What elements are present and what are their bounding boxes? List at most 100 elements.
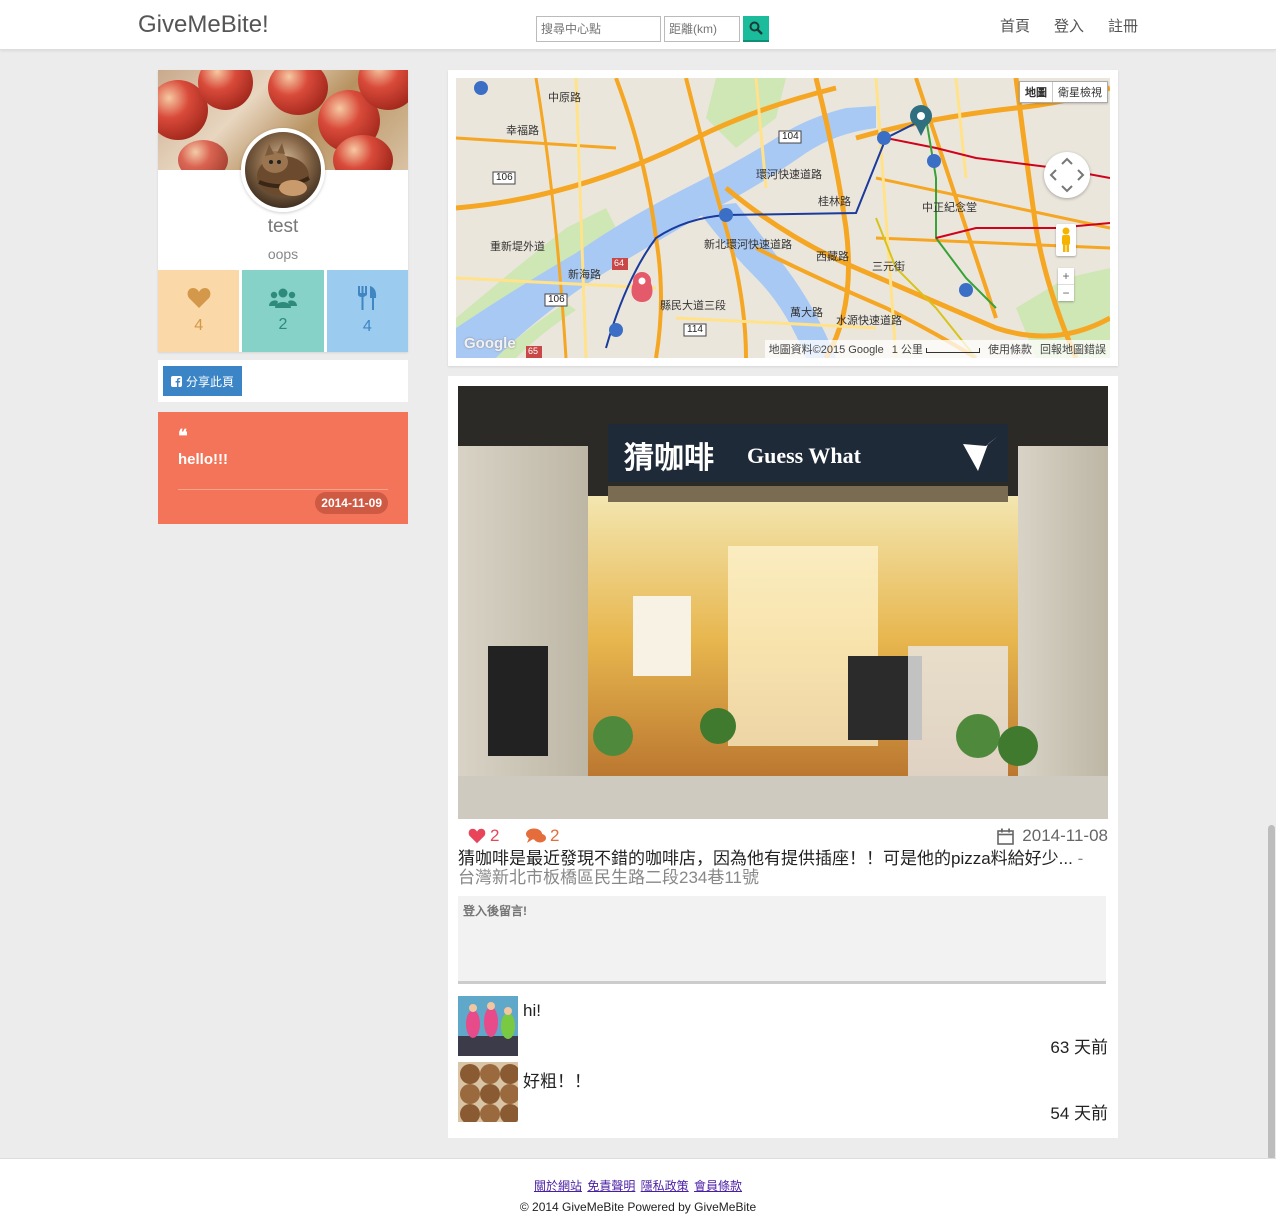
brand-logo[interactable]: GiveMeBite! [138, 11, 269, 39]
map-label-huanhe: 環河快速道路 [756, 169, 822, 181]
comment-input[interactable] [458, 896, 1106, 984]
status-quote-card: ❝ hello!!! 2014-11-09 [158, 412, 408, 524]
quote-icon: ❝ [178, 426, 188, 447]
profile-stats: 4 2 4 [158, 270, 408, 352]
map-terms-link[interactable]: 使用條款 [988, 341, 1032, 357]
post-description: 猜咖啡是最近發現不錯的咖啡店，因為他有提供插座！！可是他的pizza料給好少..… [458, 849, 1098, 887]
share-button-label: 分享此頁 [186, 374, 235, 389]
profile-bio: oops [267, 246, 299, 262]
nav-links: 首頁 登入 註冊 [1000, 15, 1138, 36]
post-like-count: 2 [490, 826, 500, 845]
map-shield-104: 104 [782, 131, 799, 142]
map-shield-64: 64 [614, 258, 625, 268]
map-pan-control[interactable] [1044, 152, 1090, 198]
footer: 關於網站 免責聲明 隱私政策 會員條款 © 2014 GiveMeBite Po… [0, 1158, 1276, 1229]
stat-likes-count: 4 [194, 317, 204, 334]
map-type-satellite[interactable]: 衛星檢視 [1053, 82, 1107, 102]
map-shield-106-a: 106 [496, 172, 513, 183]
heart-icon [468, 828, 486, 844]
post-date: 2014-11-08 [997, 826, 1108, 846]
map-shield-106-b: 106 [548, 294, 565, 305]
share-panel: 分享此頁 [158, 360, 408, 402]
footer-terms-link[interactable]: 會員條款 [694, 1179, 742, 1193]
post-description-text: 猜咖啡是最近發現不錯的咖啡店，因為他有提供插座！！可是他的pizza料給好少..… [458, 849, 1073, 868]
map-data-credit: 地圖資料©2015 Google [768, 344, 884, 356]
comment-text: 好粗！！ [523, 1072, 591, 1091]
search-center-input[interactable] [536, 16, 661, 42]
post-like-button[interactable]: 2 [468, 826, 499, 846]
calendar-icon [997, 828, 1015, 845]
stat-posts-count: 4 [362, 318, 372, 335]
nav-register-link[interactable]: 註冊 [1108, 15, 1138, 36]
map-label-cks: 中正紀念堂 [922, 202, 977, 214]
post-card: 猜咖啡 Guess What 2 2 2014-11-08 猜咖啡是最近發現不錯… [448, 376, 1118, 1138]
search-distance-input[interactable] [664, 16, 740, 42]
cutlery-icon [358, 286, 377, 310]
map-label-xinhai: 新海路 [568, 269, 601, 281]
map-label-shuiyuan: 水源快速道路 [836, 315, 902, 327]
map-zoom-control: + − [1058, 268, 1074, 301]
heart-icon [187, 288, 211, 308]
stat-likes[interactable]: 4 [158, 270, 240, 352]
post-photo[interactable]: 猜咖啡 Guess What [458, 386, 1108, 819]
map-shield-114: 114 [687, 324, 703, 335]
map-type-switch: 地圖 衛星檢視 [1019, 81, 1108, 103]
map-type-map[interactable]: 地圖 [1020, 82, 1053, 102]
profile-card: test oops 4 2 4 [158, 70, 408, 352]
zoom-out-button[interactable]: − [1058, 284, 1074, 301]
map-panel: 中原路 幸福路 中正紀念堂 桂林路 西藏路 三元街 縣民大道三段 新海路 萬大路… [448, 70, 1118, 366]
comments-icon [526, 828, 546, 843]
post-meta: 2 2 2014-11-08 [468, 826, 1108, 846]
map-shield-65: 65 [528, 346, 539, 356]
page-scrollbar[interactable] [1268, 825, 1275, 1160]
map-label-xinbei-huanhe: 新北環河快速道路 [704, 239, 792, 251]
map-scale: 1 公里 [892, 341, 980, 357]
avatar[interactable] [241, 128, 325, 212]
commenter-avatar[interactable] [458, 1062, 518, 1122]
search-bar [536, 16, 769, 42]
shop-sign-cn: 猜咖啡 [624, 441, 714, 476]
post-date-text: 2014-11-08 [1022, 826, 1108, 845]
comment-item: hi! 63 天前 [458, 996, 1108, 1057]
zoom-in-button[interactable]: + [1058, 268, 1074, 284]
stat-friends[interactable]: 2 [242, 270, 324, 352]
map-label-chongxin: 重新堤外道 [490, 241, 545, 253]
map-label-zhongyuan: 中原路 [548, 92, 581, 104]
footer-copyright: © 2014 GiveMeBite Powered by GiveMeBite [519, 1200, 757, 1214]
share-button[interactable]: 分享此頁 [163, 366, 243, 396]
map-attribution: 地圖資料©2015 Google 1 公里 使用條款 回報地圖錯誤 [764, 340, 1110, 358]
google-logo: Google [464, 335, 516, 352]
comment-text: hi! [523, 1001, 541, 1020]
map-label-sanyuan: 三元街 [872, 261, 905, 273]
search-icon [749, 21, 763, 35]
map-label-xianmin: 縣民大道三段 [660, 300, 726, 312]
top-navbar: GiveMeBite! 首頁 登入 註冊 [0, 0, 1276, 50]
map-label-guilin: 桂林路 [818, 196, 851, 208]
comment-time: 63 天前 [1050, 1038, 1108, 1057]
footer-links: 關於網站 免責聲明 隱私政策 會員條款 [0, 1177, 1276, 1194]
street-view-pegman-icon[interactable] [1056, 224, 1076, 256]
comment-item: 好粗！！ 54 天前 [458, 1062, 1108, 1123]
map-label-wanda: 萬大路 [790, 307, 823, 319]
commenter-avatar[interactable] [458, 996, 518, 1056]
divider [178, 489, 388, 490]
nav-login-link[interactable]: 登入 [1054, 15, 1084, 36]
search-button[interactable] [743, 16, 769, 42]
quote-text: hello!!! [178, 451, 228, 468]
google-map[interactable]: 中原路 幸福路 中正紀念堂 桂林路 西藏路 三元街 縣民大道三段 新海路 萬大路… [456, 78, 1110, 358]
map-label-xingfu: 幸福路 [506, 125, 539, 137]
post-comment-button[interactable]: 2 [526, 826, 559, 846]
footer-disclaimer-link[interactable]: 免責聲明 [587, 1179, 635, 1193]
quote-date-badge: 2014-11-09 [315, 492, 388, 514]
stat-posts[interactable]: 4 [326, 270, 408, 352]
footer-about-link[interactable]: 關於網站 [534, 1179, 582, 1193]
map-report-link[interactable]: 回報地圖錯誤 [1040, 341, 1106, 357]
users-icon [268, 288, 297, 308]
comment-time: 54 天前 [1050, 1104, 1108, 1123]
footer-privacy-link[interactable]: 隱私政策 [641, 1179, 689, 1193]
stat-friends-count: 2 [278, 316, 288, 333]
post-comment-count: 2 [550, 826, 560, 845]
shop-sign-en: Guess What [747, 443, 861, 468]
nav-home-link[interactable]: 首頁 [1000, 15, 1030, 36]
profile-name: test [267, 216, 299, 237]
